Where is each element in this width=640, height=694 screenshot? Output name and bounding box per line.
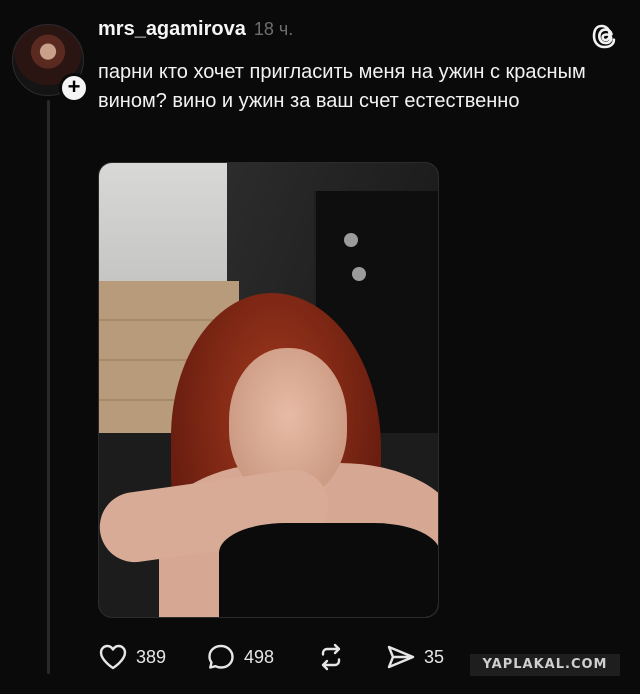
comment-count: 498 [244, 646, 275, 667]
post-header: mrs_agamirova 18 ч. [98, 18, 293, 50]
repost-button[interactable] [316, 640, 346, 674]
username[interactable]: mrs_agamirova [98, 18, 246, 41]
comment-icon [208, 644, 234, 669]
share-button[interactable]: 35 [386, 640, 444, 674]
oven-knob [352, 267, 366, 281]
follow-plus-icon[interactable]: + [59, 73, 89, 103]
share-count: 35 [424, 646, 445, 667]
avatar[interactable]: + [12, 24, 89, 103]
heart-icon [99, 644, 127, 670]
comment-button[interactable]: 498 [206, 640, 274, 674]
like-count: 389 [136, 646, 167, 667]
action-bar: 389 498 35 [98, 640, 478, 674]
repost-icon [321, 643, 341, 671]
post-text: парни кто хочет пригласить меня на ужин … [98, 61, 586, 112]
like-button[interactable]: 389 [98, 640, 166, 674]
watermark: YAPLAKAL.COM [470, 654, 620, 676]
threads-logo-icon[interactable] [592, 22, 620, 50]
oven-knob [344, 233, 358, 247]
post-photo[interactable] [98, 162, 439, 618]
photo-top [219, 523, 438, 617]
thread-line [47, 100, 50, 674]
post-time: 18 ч. [253, 19, 294, 39]
share-icon [387, 645, 415, 669]
